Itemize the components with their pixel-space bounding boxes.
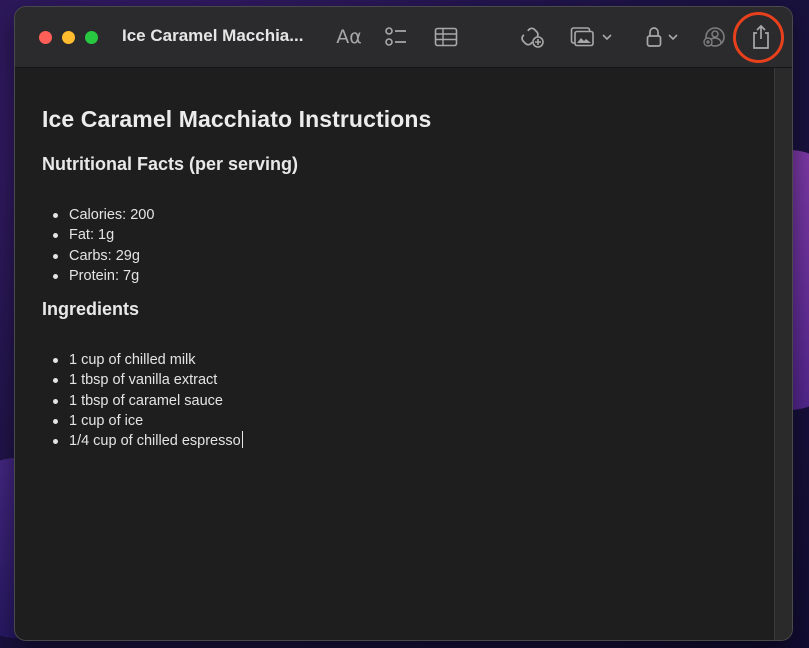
format-text-icon: Aα [336,26,362,48]
ingredients-list: 1 cup of chilled milk 1 tbsp of vanilla … [53,350,243,451]
share-collab-icon [703,27,725,47]
note-editor[interactable]: Ice Caramel Macchiato Instructions Nutri… [15,68,774,640]
close-window-button[interactable] [39,31,52,44]
text-cursor [241,431,243,449]
toolbar: Ice Caramel Macchia... Aα [15,7,792,68]
list-item: 1 tbsp of vanilla extract [53,370,243,390]
share-collaboration-button[interactable] [700,21,730,53]
list-item: Calories: 200 [53,205,154,225]
list-item: Fat: 1g [53,225,154,245]
media-button[interactable] [567,21,615,53]
chevron-down-icon [668,34,678,41]
list-item: Carbs: 29g [53,246,154,266]
media-icon [570,27,594,47]
chevron-down-icon [602,34,612,41]
notes-window: Ice Caramel Macchia... Aα Ice Caramel Ma… [15,7,792,640]
share-highlight-circle [733,12,784,63]
format-text-button[interactable]: Aα [333,21,365,53]
list-item-last: 1/4 cup of chilled espresso [53,431,243,451]
table-button[interactable] [431,21,461,53]
table-icon [434,27,458,47]
list-item-text: 1/4 cup of chilled espresso [69,433,241,450]
collaborate-button[interactable] [516,21,548,53]
nutrition-list: Calories: 200 Fat: 1g Carbs: 29g Protein… [53,205,154,286]
list-item: 1 cup of ice [53,411,243,431]
list-item: 1 tbsp of caramel sauce [53,391,243,411]
collaborate-icon [521,27,544,48]
checklist-button[interactable] [381,21,411,53]
window-title: Ice Caramel Macchia... [122,26,304,45]
checklist-icon [385,27,406,46]
section-heading: Ingredients [42,299,140,319]
minimize-window-button[interactable] [62,31,75,44]
note-title: Ice Caramel Macchiato Instructions [42,106,432,132]
section-heading: Nutritional Facts (per serving) [42,154,299,174]
lock-button[interactable] [643,21,681,53]
zoom-window-button[interactable] [85,31,98,44]
scrollbar[interactable] [774,68,792,640]
list-item: Protein: 7g [53,266,154,286]
lock-icon [646,27,662,47]
note-body: Ice Caramel Macchiato Instructions Nutri… [42,106,432,449]
list-item: 1 cup of chilled milk [53,350,243,370]
